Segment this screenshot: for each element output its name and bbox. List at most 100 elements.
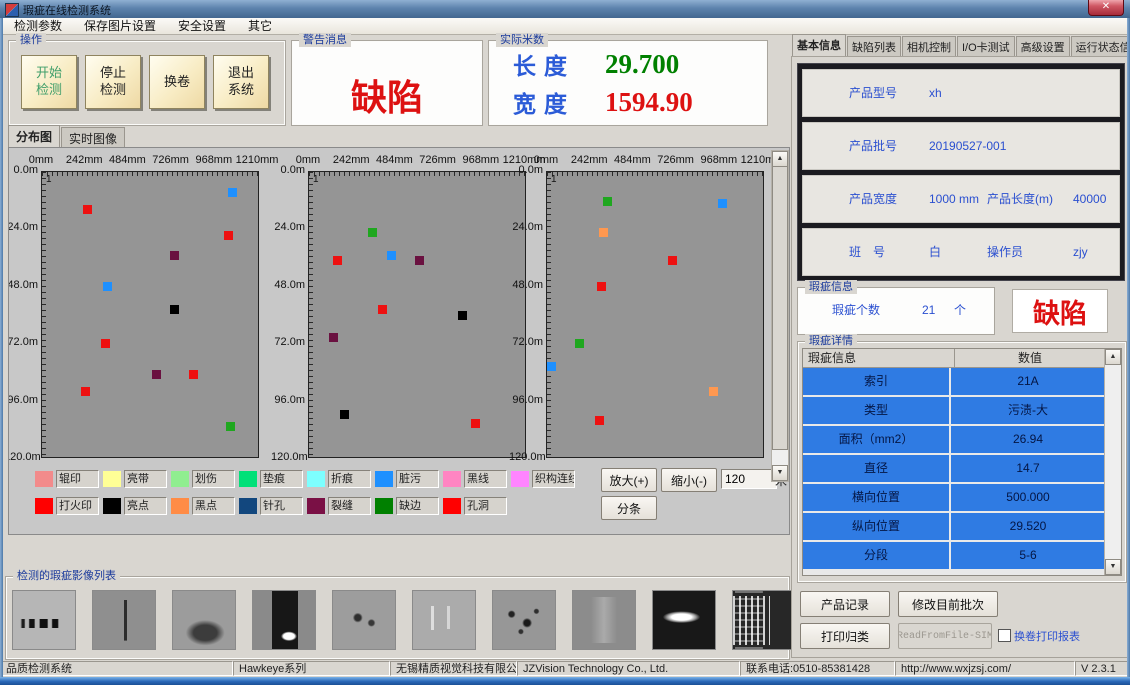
defect-detail-row[interactable]: 分段5-6 [803, 542, 1105, 569]
right-tab[interactable]: I/O卡测试 [957, 36, 1015, 56]
print-classify-button[interactable]: 打印归类 [800, 623, 890, 649]
product-field: 20190527-001 [929, 123, 1006, 169]
x-tick-label: 968mm [700, 154, 737, 166]
defect-point [378, 305, 387, 314]
x-tick-label: 968mm [195, 154, 232, 166]
zoom-in-button[interactable]: 放大(+) [601, 468, 657, 492]
legend-item: 孔洞 [443, 497, 507, 515]
legend-swatch [239, 498, 257, 514]
defect-thumbnail[interactable] [252, 590, 316, 650]
view-tab[interactable]: 实时图像 [61, 127, 125, 148]
legend-item: 亮带 [103, 470, 167, 488]
defect-thumbnail[interactable] [92, 590, 156, 650]
operation-button[interactable]: 换卷 [149, 55, 205, 109]
right-tab[interactable]: 高级设置 [1016, 36, 1070, 56]
modify-batch-button[interactable]: 修改目前批次 [898, 591, 998, 617]
menu-item[interactable]: 其它 [237, 18, 283, 34]
defect-point [103, 282, 112, 291]
legend-swatch [307, 471, 325, 487]
defect-thumbnail[interactable] [332, 590, 396, 650]
defect-point [387, 251, 396, 260]
product-field: 操作员 [987, 229, 1023, 275]
operation-group: 操作 开始 检测停止 检测换卷退出 系统 [8, 40, 286, 126]
right-tab[interactable]: 缺陷列表 [847, 36, 901, 56]
menu-item[interactable]: 保存图片设置 [73, 18, 167, 34]
detail-scrollbar[interactable]: ▲ ▼ [1104, 349, 1121, 575]
defect-thumbnail[interactable] [412, 590, 476, 650]
product-field: 产品长度(m) [987, 176, 1053, 222]
warning-group-title: 警告消息 [299, 33, 351, 47]
legend-label: 缺边 [396, 497, 439, 515]
legend-label: 织构连线 [532, 470, 575, 488]
operation-button[interactable]: 停止 检测 [85, 55, 141, 109]
product-record-button[interactable]: 产品记录 [800, 591, 890, 617]
product-field: 班 号 [849, 229, 885, 275]
scroll-down-icon[interactable]: ▼ [1105, 559, 1121, 575]
view-tab[interactable]: 分布图 [8, 125, 60, 148]
defect-point [224, 231, 233, 240]
meter-value: 1594.90 [605, 87, 693, 118]
chart-scrollbar[interactable]: ▲ ▼ [771, 150, 789, 482]
close-button[interactable]: ✕ [1088, 0, 1124, 16]
defect-point [83, 205, 92, 214]
print-report-checkbox-label: 换卷打印报表 [1014, 628, 1080, 644]
scroll-down-icon[interactable]: ▼ [772, 465, 788, 481]
defect-detail-row[interactable]: 类型污渍-大 [803, 397, 1105, 424]
defect-point [547, 362, 556, 371]
legend-label: 亮点 [124, 497, 167, 515]
detail-table-rows: 索引21A类型污渍-大面积（mm2）26.94直径14.7横向位置500.000… [803, 368, 1105, 575]
legend-swatch [35, 471, 53, 487]
defect-detail-row[interactable]: 横向位置500.000 [803, 484, 1105, 511]
scroll-up-icon[interactable]: ▲ [772, 151, 788, 167]
status-segment: 品质检测系统 [0, 661, 233, 676]
defect-thumbnail[interactable] [732, 590, 796, 650]
right-tab[interactable]: 相机控制 [902, 36, 956, 56]
legend-label: 亮带 [124, 470, 167, 488]
defect-detail-row[interactable]: 纵向位置29.520 [803, 513, 1105, 540]
zoom-out-button[interactable]: 缩小(-) [661, 468, 717, 492]
operation-button[interactable]: 开始 检测 [21, 55, 77, 109]
meters-group: 实际米数 长度29.700宽度1594.90 [488, 40, 768, 126]
axis-ticks-top [309, 172, 525, 176]
y-tick-label: 24.0m [271, 221, 305, 233]
menu-item[interactable]: 安全设置 [167, 18, 237, 34]
defect-thumbnail[interactable] [652, 590, 716, 650]
x-tick-label: 242mm [66, 154, 103, 166]
y-tick-label: 48.0m [8, 279, 38, 291]
plot-corner-label: 1 [313, 174, 319, 185]
legend-row: 辊印亮带划伤垫痕折痕脏污黑线织构连线 [35, 470, 575, 488]
product-field: 产品宽度 [849, 176, 897, 222]
meters-range-input[interactable] [721, 469, 777, 489]
y-tick-label: 0.0m [509, 164, 543, 176]
split-button[interactable]: 分条 [601, 496, 657, 520]
operation-buttons: 开始 检测停止 检测换卷退出 系统 [21, 55, 269, 109]
warning-message: 缺陷 [292, 69, 482, 121]
operation-button[interactable]: 退出 系统 [213, 55, 269, 109]
right-tab[interactable]: 运行状态信息 [1071, 36, 1130, 56]
defect-detail-table: 瑕疵信息 数值 索引21A类型污渍-大面积（mm2）26.94直径14.7横向位… [802, 348, 1122, 576]
defect-point [668, 256, 677, 265]
product-field: xh [929, 70, 942, 116]
defect-detail-row[interactable]: 直径14.7 [803, 455, 1105, 482]
product-field: 产品批号 [849, 123, 897, 169]
defect-point [471, 419, 480, 428]
defect-thumbnail[interactable] [492, 590, 556, 650]
right-tab[interactable]: 基本信息 [792, 34, 846, 56]
defect-point [415, 256, 424, 265]
scroll-up-icon[interactable]: ▲ [1105, 349, 1121, 365]
defect-detail-row[interactable]: 索引21A [803, 368, 1105, 395]
detail-value: 5-6 [951, 542, 1105, 569]
print-report-checkbox[interactable] [998, 629, 1011, 642]
defect-thumbnail[interactable] [12, 590, 76, 650]
scrollbar-thumb[interactable] [772, 166, 788, 450]
defect-thumbnail[interactable] [572, 590, 636, 650]
warning-group: 警告消息 缺陷 [291, 40, 483, 126]
defect-point [599, 228, 608, 237]
product-field: zjy [1073, 229, 1088, 275]
defect-detail-row[interactable]: 面积（mm2）26.94 [803, 426, 1105, 453]
defect-thumbnail[interactable] [172, 590, 236, 650]
basic-info-tab-content: 产品型号xh产品批号20190527-001产品宽度1000 mm产品长度(m)… [791, 56, 1129, 658]
menu-item[interactable]: 检测参数 [3, 18, 73, 34]
thumbnail-group: 检测的瑕疵影像列表 [5, 576, 790, 660]
defect-count-value: 21 [922, 294, 935, 326]
